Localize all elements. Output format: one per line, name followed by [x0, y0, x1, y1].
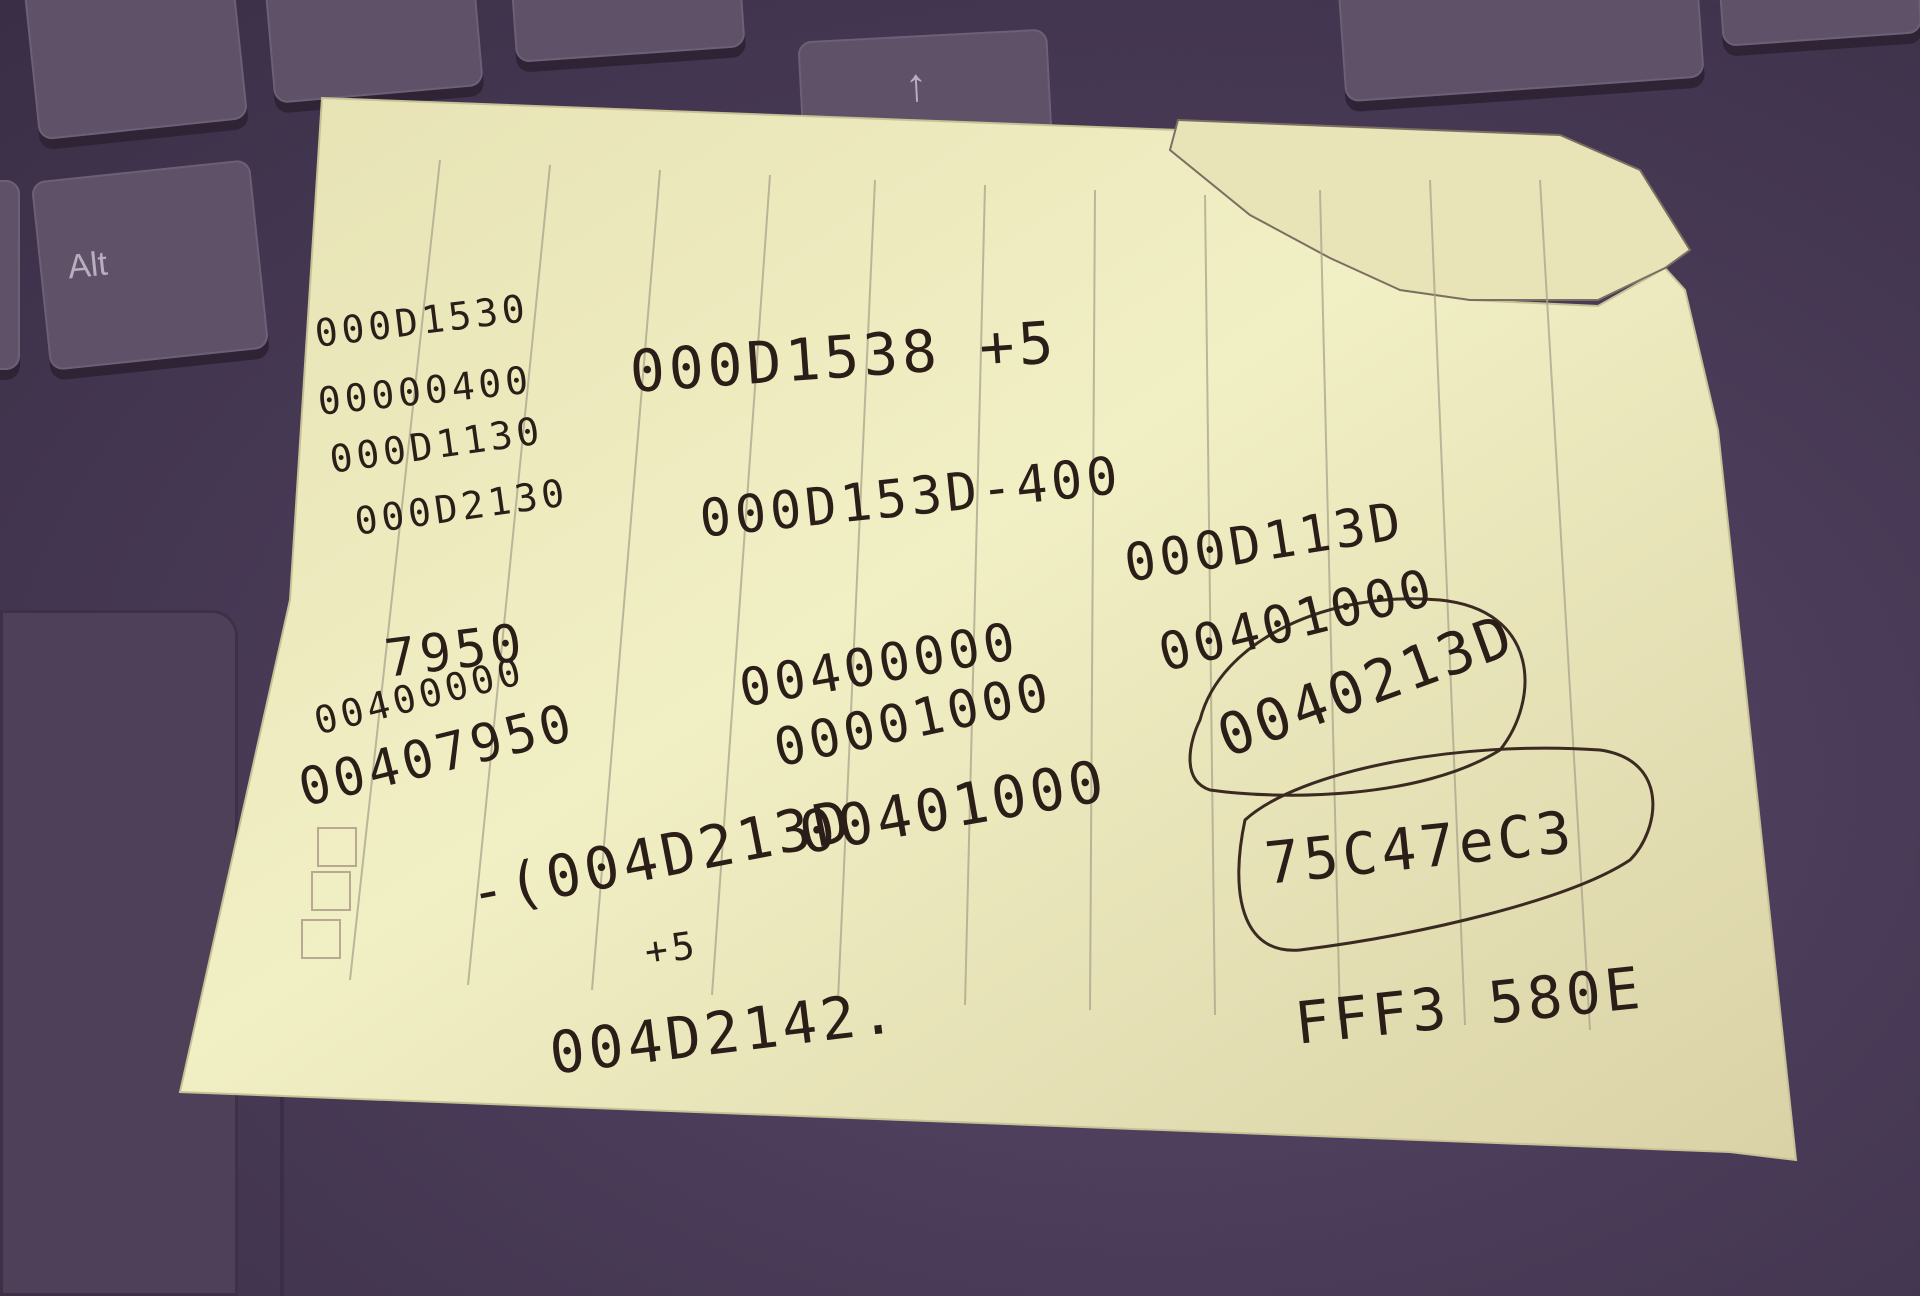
arrow-up-icon: ↑ [903, 57, 930, 112]
keyboard-key [21, 0, 249, 141]
alt-key-label: Alt [65, 244, 110, 287]
laptop-edge [280, 1090, 284, 1296]
note-right-bottom: FFF3 580E [1291, 953, 1647, 1058]
note-middle-bracket: -(004D213D [463, 786, 859, 928]
arrow-up-key: ↑ [797, 28, 1053, 152]
keyboard-key [0, 180, 20, 370]
note-middle-line2: 000D153D-400 [696, 445, 1125, 550]
keyboard-key [262, 0, 484, 104]
alt-key: Alt [30, 159, 270, 371]
note-middle-result: 004D2142. [545, 977, 902, 1088]
trackpad [0, 610, 238, 1296]
keyboard-key [1717, 0, 1920, 47]
keyboard-key [508, 0, 746, 63]
note-right-circled-2: 75C47eC3 [1261, 797, 1579, 898]
photo-scene: ↑ Alt 000D1530 00000400 000D1130 000D213… [0, 0, 1920, 1296]
note-middle-line1: 000D1538 +5 [627, 308, 1060, 406]
note-middle-plus: +5 [641, 922, 702, 974]
note-left-value: 000D2130 [351, 470, 572, 544]
keyboard-key [1335, 0, 1705, 103]
note-left-value: 000D1530 [312, 285, 532, 356]
